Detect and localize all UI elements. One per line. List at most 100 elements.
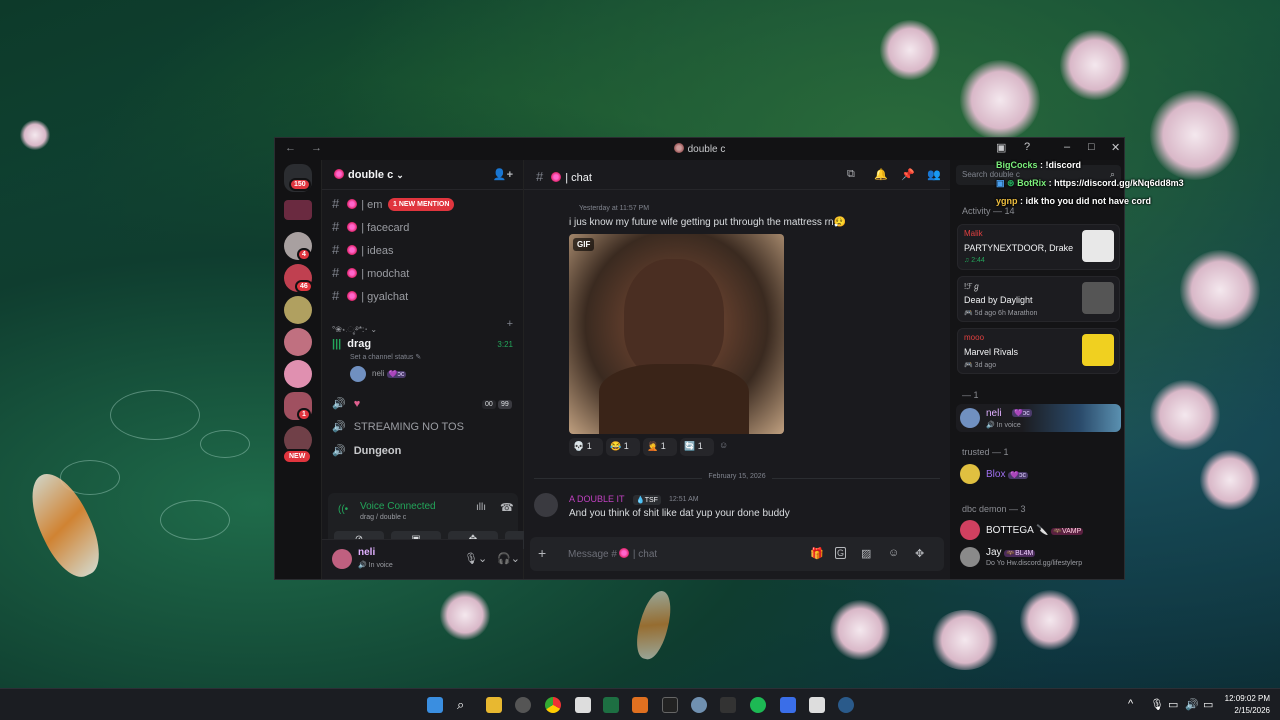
server-icon[interactable] [284, 296, 312, 324]
user-name: neli [358, 547, 376, 558]
members-icon[interactable]: 👥 [927, 168, 941, 181]
noise-suppression-icon[interactable]: ıllı [476, 502, 486, 513]
gif-image[interactable]: GIF [569, 234, 784, 434]
voice-channel-drag[interactable]: ||| drag [332, 338, 371, 350]
server-icon[interactable] [284, 360, 312, 388]
title-bar: ← → double c ▣ ? – □ ✕ [275, 138, 1124, 160]
app-icon[interactable] [515, 697, 531, 713]
add-reaction-icon[interactable]: ☺ [719, 440, 728, 450]
avatar[interactable] [960, 547, 980, 567]
group-header: trusted — 1 [962, 447, 1009, 457]
sticker-icon[interactable]: ▨ [861, 547, 871, 560]
network-icon[interactable]: ▭ [1168, 698, 1178, 711]
voice-channel-streaming[interactable]: 🔊 STREAMING NO TOS [332, 420, 464, 433]
server-icon[interactable] [284, 200, 312, 220]
settings-icon[interactable] [691, 697, 707, 713]
avatar[interactable] [350, 366, 366, 382]
pin-icon[interactable]: 📌 [901, 168, 915, 181]
headphones-icon[interactable]: 🎧⌄ [497, 552, 520, 565]
gift-icon[interactable]: 🎁 [810, 547, 824, 560]
overlay-message: ▣ ⊛ BotRix : https://discord.gg/kNq6dd8m… [996, 178, 1184, 188]
member-bottega[interactable]: BOTTEGA 🔪 🦇VAMP [986, 525, 1084, 536]
voice-channel-dungeon[interactable]: 🔊 Dungeon [332, 444, 401, 457]
reaction[interactable]: 🤦 1 [643, 438, 677, 456]
member-status: Do Yo Hw.discord.gg/lifestylerp [986, 560, 1083, 567]
excel-icon[interactable] [603, 697, 619, 713]
clock-time[interactable]: 12:09:02 PM [1222, 694, 1270, 703]
start-icon[interactable] [427, 697, 443, 713]
user-limit: 99 [498, 400, 512, 409]
channel-em[interactable]: # | em [332, 196, 382, 211]
channel-ideas[interactable]: # | ideas [332, 242, 393, 257]
minimize-icon[interactable]: – [1064, 141, 1070, 153]
group-header: — 1 [962, 390, 979, 400]
close-icon[interactable]: ✕ [1111, 141, 1120, 154]
message-input[interactable]: Message # | chat [568, 548, 657, 560]
voice-location[interactable]: drag / double c [360, 514, 406, 521]
member-jay[interactable]: Jay 🦇BL4M [986, 547, 1036, 558]
server-icon[interactable] [284, 328, 312, 356]
reaction[interactable]: 🔄 1 [680, 438, 714, 456]
clock-date[interactable]: 2/15/2026 [1222, 706, 1270, 715]
reaction[interactable]: 💀 1 [569, 438, 603, 456]
app-icon[interactable] [780, 697, 796, 713]
microphone-icon[interactable]: 🎙 [1150, 698, 1164, 711]
app-icon[interactable] [632, 697, 648, 713]
disconnect-icon[interactable]: ☎ [500, 501, 514, 514]
avatar[interactable] [332, 549, 352, 569]
invite-icon[interactable]: 👤+ [493, 168, 513, 181]
threads-icon[interactable]: ⧉ [847, 168, 855, 181]
app-icon[interactable] [809, 697, 825, 713]
server-header[interactable]: double c ⌄ 👤+ [322, 160, 523, 190]
message-timestamp: 12:51 AM [669, 496, 699, 503]
notepad-icon[interactable] [575, 697, 591, 713]
activity-card[interactable]: Malik PARTYNEXTDOOR, Drake ♫ 2:44 [957, 224, 1120, 270]
bell-icon[interactable]: 🔔 [874, 168, 888, 181]
add-channel-icon[interactable]: + [507, 318, 513, 330]
activity-card[interactable]: !ℱℊ Dead by Daylight 🎮 5d ago 6h Maratho… [957, 276, 1120, 322]
voice-member[interactable]: neli 💜ɔc [372, 369, 407, 378]
channel-status[interactable]: Set a channel status ✎ [350, 353, 421, 361]
message-text: i jus know my future wife getting put th… [569, 217, 847, 228]
attach-icon[interactable]: + [538, 545, 546, 561]
game-art [1082, 334, 1114, 366]
message-author[interactable]: A DOUBLE IT [569, 494, 625, 504]
voice-channel[interactable]: 🔊 ♥ [332, 397, 360, 410]
app-icon[interactable] [720, 697, 736, 713]
volume-icon[interactable]: 🔊 [1185, 698, 1199, 711]
chrome-icon[interactable] [545, 697, 561, 713]
channel-modchat[interactable]: # | modchat [332, 265, 409, 280]
mention-pill[interactable]: 1 NEW MENTION [388, 198, 455, 211]
file-explorer-icon[interactable] [486, 697, 502, 713]
member-neli[interactable]: neli 💜ɔc 🔊 In voice [956, 404, 1121, 432]
inbox-icon[interactable]: ▣ [996, 141, 1006, 154]
stream-chat-overlay: BigCocks : !discord ▣ ⊛ BotRix : https:/… [996, 160, 1184, 214]
maximize-icon[interactable]: □ [1088, 141, 1095, 153]
help-icon[interactable]: ? [1024, 141, 1030, 153]
gif-icon[interactable]: G [835, 547, 847, 559]
server-name: double c [348, 169, 394, 181]
member-blox[interactable]: Blox 💜ɔc [986, 469, 1028, 480]
new-badge: NEW [282, 449, 313, 464]
epic-games-icon[interactable] [662, 697, 678, 713]
apps-icon[interactable]: ✥ [915, 547, 924, 560]
activity-card[interactable]: mooo Marvel Rivals 🎮 3d ago [957, 328, 1120, 374]
avatar[interactable] [960, 520, 980, 540]
message-timestamp: Yesterday at 11:57 PM [579, 205, 650, 212]
user-status: 🔊 In voice [358, 562, 393, 569]
spotify-icon[interactable] [750, 697, 766, 713]
emoji-icon[interactable]: ☺ [888, 547, 899, 559]
dm-badge: 150 [289, 178, 311, 191]
channel-facecard[interactable]: # | facecard [332, 219, 409, 234]
avatar[interactable] [534, 493, 558, 517]
channel-gyalchat[interactable]: # | gyalchat [332, 288, 408, 303]
microphone-icon[interactable]: 🎙⌄ [464, 552, 487, 565]
avatar[interactable] [960, 464, 980, 484]
reaction[interactable]: 😂 1 [606, 438, 640, 456]
chevron-up-icon[interactable]: ^ [1128, 698, 1133, 710]
server-badge: 46 [295, 280, 313, 293]
battery-icon[interactable]: ▭ [1203, 698, 1213, 711]
steam-icon[interactable] [838, 697, 854, 713]
signal-icon[interactable]: ((• [338, 504, 348, 515]
search-icon[interactable]: ⌕ [457, 697, 464, 713]
